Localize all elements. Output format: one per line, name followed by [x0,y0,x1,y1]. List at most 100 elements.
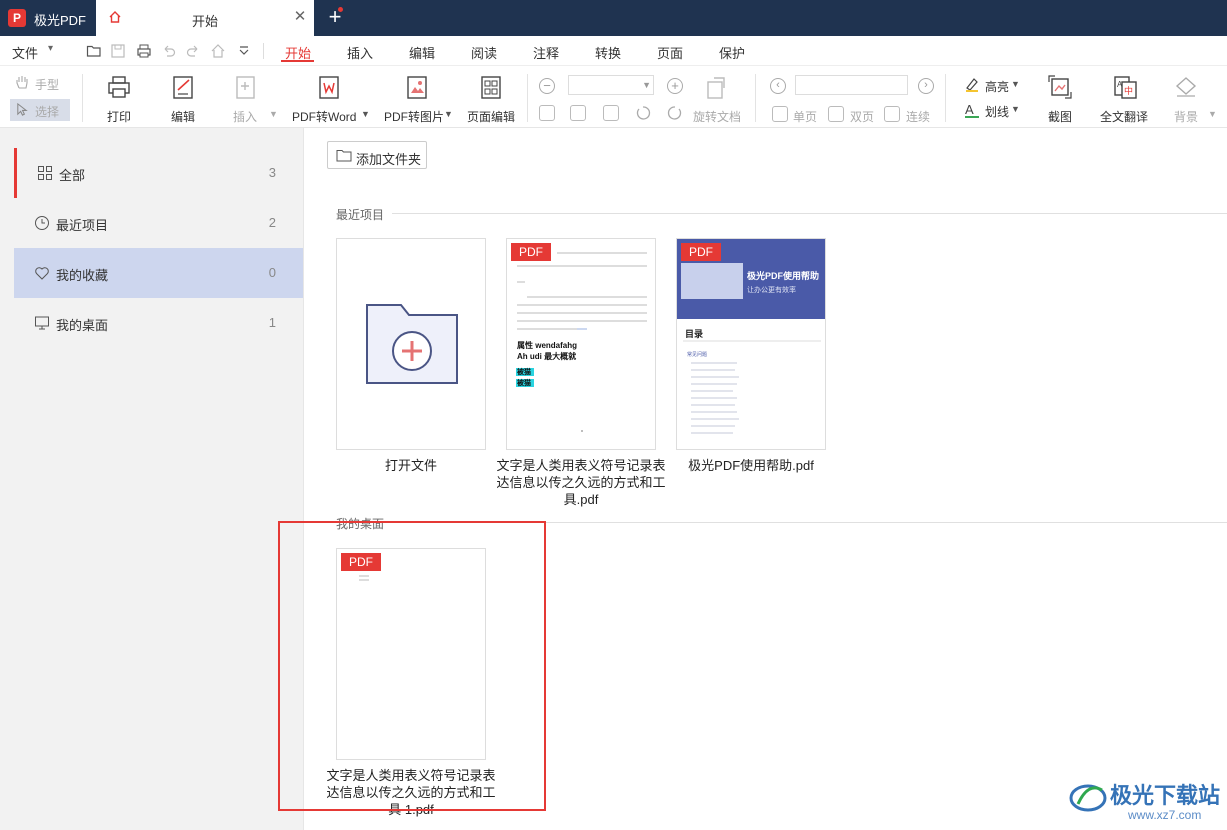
edit-document-icon[interactable] [171,74,197,100]
background-icon[interactable] [1173,74,1199,100]
sidebar-item-label: 全部 [59,168,86,183]
sidebar-item-count: 3 [268,165,276,180]
insert-button[interactable]: 插入 [233,108,257,125]
insert-page-icon[interactable] [233,74,259,100]
divider [263,43,264,59]
chevron-down-icon[interactable]: ▼ [269,109,278,119]
file-card[interactable]: PDF 属性 wendafahg Ah udi 最大概就 被猫 被猫 [506,238,656,450]
page-number-input[interactable] [795,75,908,95]
grid-icon [38,166,52,180]
zoom-out-icon[interactable]: − [539,78,555,94]
sidebar-item-label: 我的收藏 [56,268,109,283]
title-bar: P 极光PDF 开始 ✕ + [0,0,1227,36]
rotate-doc-icon[interactable] [704,74,730,100]
chevron-down-icon[interactable]: ▾ [48,43,53,54]
screenshot-icon[interactable] [1047,74,1073,100]
divider [945,74,946,122]
print-icon[interactable] [106,74,132,100]
undo-icon[interactable] [161,43,177,59]
edit-button[interactable]: 编辑 [171,108,195,125]
sidebar-item-all[interactable]: 全部 3 [14,148,303,198]
tab-page[interactable]: 页面 [657,43,683,62]
thumb-highlight: 被猫 [517,369,531,376]
divider [392,213,1227,214]
chevron-down-icon[interactable]: ▼ [1011,79,1020,89]
rotate-left-icon[interactable] [634,104,652,122]
highlight-box [278,521,546,811]
continuous-icon [884,106,900,122]
tab-annotate[interactable]: 注释 [533,43,559,62]
save-icon[interactable] [110,43,126,59]
folder-plus-icon [366,304,458,384]
continuous-button[interactable]: 连续 [906,108,930,125]
pdf-to-image-button[interactable]: PDF转图片 [384,108,444,125]
single-page-button[interactable]: 单页 [793,108,817,125]
pdf-to-word-icon[interactable] [316,74,342,100]
translate-icon[interactable]: 中A [1112,74,1138,100]
rotate-doc-button[interactable]: 旋转文档 [693,108,741,125]
zoom-in-icon[interactable]: + [667,78,683,94]
divider [527,74,528,122]
watermark-url: www.xz7.com [1128,808,1202,822]
divider [755,74,756,122]
customize-dropdown-icon[interactable] [236,43,252,59]
page-edit-button[interactable]: 页面编辑 [467,108,515,125]
print-button[interactable]: 打印 [107,108,131,125]
underline-button[interactable]: 划线 [985,103,1009,120]
app-title: 极光PDF [34,13,87,28]
pdf-to-image-icon[interactable] [404,74,430,100]
prev-page-icon[interactable]: ‹ [770,78,786,94]
redo-icon[interactable] [185,43,201,59]
cursor-icon [17,102,28,116]
active-tab-indicator [281,60,314,62]
sidebar-item-desktop[interactable]: 我的桌面 1 [14,298,303,348]
highlight-button[interactable]: 高亮 [985,78,1009,95]
file-card[interactable]: PDF 极光PDF使用帮助 让办公更有效率 目录 常见问题 [676,238,826,450]
rotate-right-icon[interactable] [666,104,684,122]
open-folder-icon[interactable] [86,43,102,59]
thumb-highlight: 被猫 [517,380,531,387]
screenshot-button[interactable]: 截图 [1048,108,1072,125]
add-folder-button[interactable]: 添加文件夹 [327,141,427,169]
page-edit-icon[interactable] [478,74,504,100]
sidebar-item-count: 2 [268,215,276,230]
tab-label: 开始 [192,14,219,29]
hand-icon [16,76,28,89]
tab-start[interactable]: 开始 ✕ [96,0,314,36]
background-button[interactable]: 背景 [1174,108,1198,125]
toc-lines [683,340,821,434]
select-tool-button[interactable]: 选择 [10,99,70,121]
chevron-down-icon[interactable]: ▼ [444,109,453,119]
tab-convert[interactable]: 转换 [595,43,621,62]
hand-tool-button[interactable]: 手型 [35,76,59,93]
tab-insert[interactable]: 插入 [347,43,373,62]
tab-read[interactable]: 阅读 [471,43,497,62]
chevron-down-icon[interactable]: ▼ [361,109,370,119]
double-page-icon [828,106,844,122]
tab-close-icon[interactable]: ✕ [292,9,308,25]
translate-button[interactable]: 全文翻译 [1100,108,1148,125]
underline-icon: A [965,102,979,118]
print-icon[interactable] [136,43,152,59]
chevron-down-icon[interactable]: ▼ [1011,104,1020,114]
double-page-button[interactable]: 双页 [850,108,874,125]
watermark-text: 极光下载站 [1110,783,1221,808]
next-page-icon[interactable]: › [918,78,934,94]
file-name: 极光PDF使用帮助.pdf [688,458,814,473]
zoom-select[interactable]: ▼ [568,75,654,95]
tab-edit[interactable]: 编辑 [409,43,435,62]
fit-width-icon[interactable] [603,105,619,121]
tab-protect[interactable]: 保护 [719,43,745,62]
pdf-to-word-button[interactable]: PDF转Word [292,108,356,125]
menu-bar: 文件 ▾ 开始 插入 编辑 阅读 注释 转换 页面 保护 [0,36,1227,66]
file-menu[interactable]: 文件 [12,43,38,62]
actual-size-icon[interactable] [539,105,555,121]
home-icon[interactable] [210,43,226,59]
highlight-icon [966,78,978,92]
fit-page-icon[interactable] [570,105,586,121]
sidebar-item-favorites[interactable]: 我的收藏 0 [14,248,303,298]
thumb-bold-line: Ah udi 最大概就 [517,352,577,361]
sidebar-item-recent[interactable]: 最近项目 2 [14,198,303,248]
open-file-card[interactable] [336,238,486,450]
chevron-down-icon[interactable]: ▼ [1208,109,1217,119]
